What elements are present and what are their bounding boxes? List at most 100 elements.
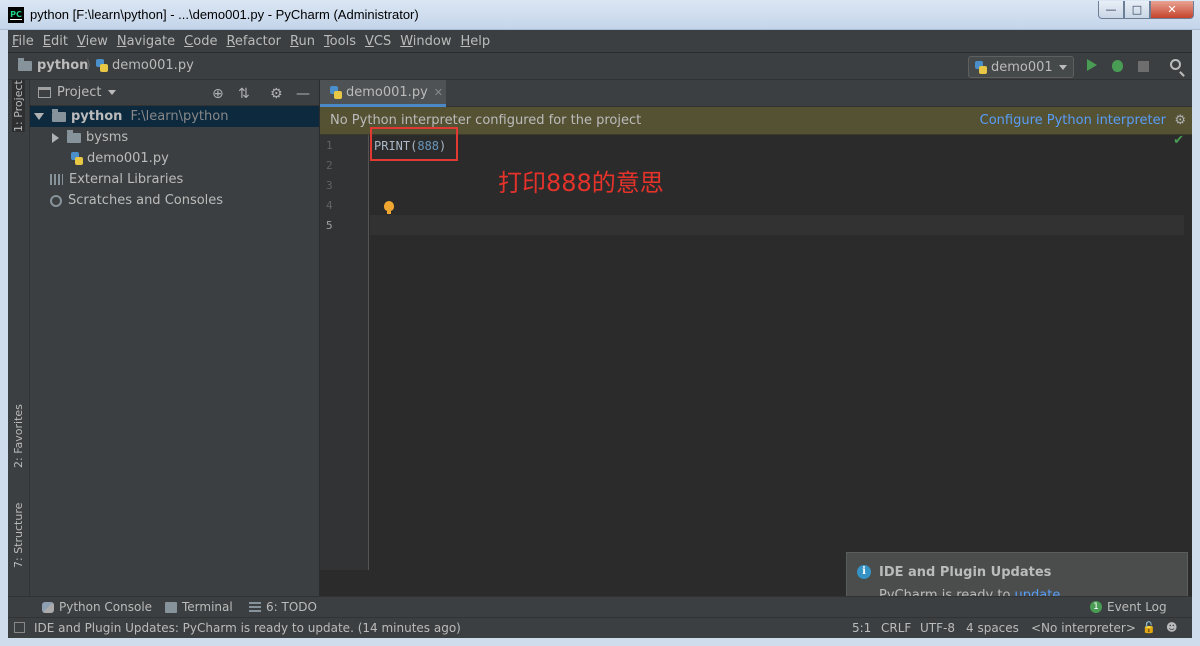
check-icon: ✔ <box>1173 133 1184 148</box>
hide-icon[interactable]: — <box>296 86 310 102</box>
line-number: 4 <box>326 199 333 212</box>
expand-arrow-icon[interactable] <box>34 113 44 120</box>
todo-button[interactable]: 6: TODO <box>249 600 317 614</box>
project-panel: Project ⊕ ⇅ ⚙ — python F:\learn\python b… <box>30 80 320 616</box>
menu-vcs[interactable]: VCS <box>365 34 391 49</box>
maximize-button[interactable]: □ <box>1124 1 1150 19</box>
window-title: python [F:\learn\python] - ...\demo001.p… <box>30 7 419 22</box>
breadcrumb-file[interactable]: demo001.py <box>96 58 194 73</box>
interpreter-status[interactable]: <No interpreter> <box>1031 621 1136 635</box>
window-controls: — □ ✕ <box>1098 1 1194 19</box>
editor-scrollbar[interactable] <box>1184 135 1192 570</box>
menu-bar: File Edit View Navigate Code Refactor Run Tools… <box>8 30 1192 52</box>
python-config-icon <box>975 60 987 74</box>
current-line-highlight <box>370 215 1190 235</box>
project-view-icon <box>38 87 51 98</box>
notification-title: IDE and Plugin Updates <box>879 565 1052 580</box>
info-icon: i <box>857 565 871 579</box>
python-file-icon <box>330 85 342 99</box>
line-number: 2 <box>326 159 333 172</box>
gear-icon[interactable]: ⚙ <box>1174 113 1186 128</box>
file-encoding[interactable]: UTF-8 <box>920 621 955 635</box>
terminal-icon <box>165 601 177 613</box>
pycharm-logo-icon: PC <box>8 7 24 23</box>
folder-icon <box>67 129 81 143</box>
folder-icon <box>18 57 32 71</box>
line-number: 1 <box>326 139 333 152</box>
tab-project[interactable]: 1: Project <box>12 80 25 132</box>
lightbulb-icon[interactable] <box>384 201 394 214</box>
menu-edit[interactable]: Edit <box>43 34 68 49</box>
todo-icon <box>249 601 261 613</box>
window-title-bar: PC python [F:\learn\python] - ...\demo00… <box>0 0 1200 30</box>
tab-structure[interactable]: 7: Structure <box>12 503 25 568</box>
menu-tools[interactable]: Tools <box>324 34 356 49</box>
status-bar: IDE and Plugin Updates: PyCharm is ready… <box>8 617 1192 638</box>
menu-run[interactable]: Run <box>290 34 315 49</box>
scratches-icon <box>50 194 62 207</box>
debug-icon[interactable] <box>1112 60 1123 72</box>
chevron-down-icon <box>1059 65 1067 70</box>
tab-favorites[interactable]: 2: Favorites <box>12 404 25 468</box>
lock-icon[interactable]: 🔓 <box>1142 621 1156 634</box>
menu-file[interactable]: File <box>12 34 34 49</box>
menu-help[interactable]: Help <box>461 34 491 49</box>
tree-file-demo001[interactable]: demo001.py <box>30 148 319 169</box>
navigation-bar: python ⟩ demo001.py demo001 <box>8 52 1192 80</box>
close-button[interactable]: ✕ <box>1150 1 1194 19</box>
event-log-button[interactable]: 1 Event Log <box>1090 600 1167 614</box>
collapsed-arrow-icon[interactable] <box>52 132 59 143</box>
editor-area: demo001.py ✕ No Python interpreter confi… <box>320 80 1192 616</box>
line-number: 5 <box>326 219 333 232</box>
left-tool-stripe: 1: Project 2: Favorites 7: Structure <box>8 80 30 616</box>
editor-tab-demo001[interactable]: demo001.py ✕ <box>320 80 446 107</box>
folder-icon <box>52 108 66 122</box>
bottom-tool-bar: Python Console Terminal 6: TODO 1 Event … <box>8 596 1192 617</box>
code-editor[interactable]: 1 2 3 4 5 PRINT(888) 打印888的意思 ✔ <box>320 127 1192 570</box>
minimize-button[interactable]: — <box>1098 1 1124 19</box>
status-message[interactable]: IDE and Plugin Updates: PyCharm is ready… <box>34 621 461 635</box>
line-separator[interactable]: CRLF <box>881 621 911 635</box>
stop-icon[interactable] <box>1138 61 1149 72</box>
inspector-icon[interactable]: ☻ <box>1166 621 1177 634</box>
gear-icon[interactable]: ⚙ <box>270 86 283 102</box>
python-console-icon <box>42 601 54 613</box>
tree-external-libraries[interactable]: External Libraries <box>30 169 319 190</box>
close-tab-icon[interactable]: ✕ <box>434 86 443 99</box>
menu-window[interactable]: Window <box>400 34 451 49</box>
tree-folder-bysms[interactable]: bysms <box>30 127 319 148</box>
project-tree: python F:\learn\python bysms demo001.py … <box>30 106 319 211</box>
run-icon[interactable] <box>1087 59 1097 71</box>
library-icon <box>50 174 63 185</box>
locate-icon[interactable]: ⊕ <box>212 86 224 102</box>
event-count-badge: 1 <box>1090 601 1102 613</box>
ide-frame: File Edit View Navigate Code Refactor Run Tools… <box>8 30 1192 638</box>
configure-interpreter-link[interactable]: Configure Python interpreter <box>980 113 1166 128</box>
menu-refactor[interactable]: Refactor <box>226 34 281 49</box>
terminal-button[interactable]: Terminal <box>165 600 233 614</box>
breadcrumb-project[interactable]: python <box>18 57 88 73</box>
menu-navigate[interactable]: Navigate <box>117 34 175 49</box>
line-number: 3 <box>326 179 333 192</box>
menu-code[interactable]: Code <box>184 34 217 49</box>
chevron-down-icon[interactable] <box>108 90 117 95</box>
indent-setting[interactable]: 4 spaces <box>966 621 1019 635</box>
project-panel-header: Project ⊕ ⇅ ⚙ — <box>30 80 319 106</box>
python-console-button[interactable]: Python Console <box>42 600 152 614</box>
project-view-select[interactable]: Project <box>57 85 101 100</box>
red-highlight-box <box>370 127 458 161</box>
annotation-text: 打印888的意思 <box>498 169 664 197</box>
python-file-icon <box>71 152 83 165</box>
run-configuration-select[interactable]: demo001 <box>968 56 1074 78</box>
caret-position[interactable]: 5:1 <box>852 621 871 635</box>
editor-tabs: demo001.py ✕ <box>320 80 1192 107</box>
line-number-gutter: 1 2 3 4 5 <box>320 135 369 570</box>
menu-view[interactable]: View <box>77 34 108 49</box>
breadcrumb-separator: ⟩ <box>86 58 92 73</box>
toggle-tool-windows-icon[interactable] <box>14 622 25 633</box>
tree-root[interactable]: python F:\learn\python <box>30 106 319 127</box>
tree-scratches[interactable]: Scratches and Consoles <box>30 190 319 211</box>
python-file-icon <box>96 59 108 72</box>
search-icon[interactable] <box>1170 59 1181 70</box>
collapse-icon[interactable]: ⇅ <box>238 86 250 102</box>
